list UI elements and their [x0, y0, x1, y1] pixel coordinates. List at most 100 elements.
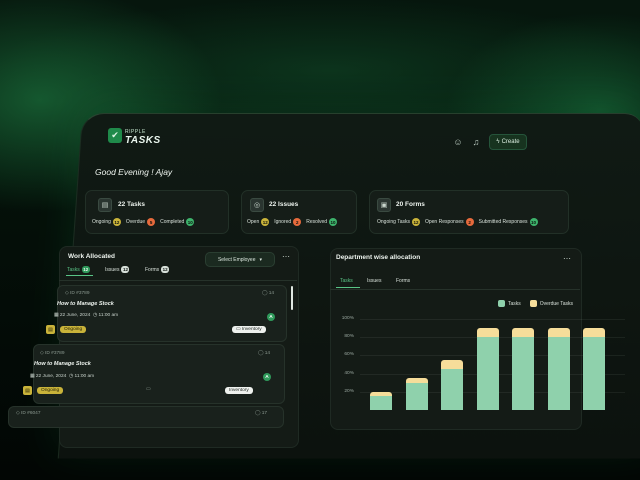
comments[interactable]: ◯ 14 [262, 291, 274, 296]
open-label: Open [247, 219, 260, 225]
submitted-responses-label: Submitted Responses [478, 219, 528, 225]
task-title: How to Manage Stock [34, 361, 91, 367]
tab-issues[interactable]: Issues 12 [105, 266, 130, 273]
bolt-icon: ϟ [496, 139, 500, 145]
bar-stack[interactable] [441, 359, 463, 410]
tasks-summary-card[interactable] [85, 190, 229, 234]
category-label: Inventory [241, 327, 262, 332]
bar-stack[interactable] [547, 328, 570, 410]
category-badge: ▭ Inventory [232, 326, 266, 333]
avatar[interactable]: A [263, 373, 271, 381]
more-options-icon[interactable]: ⋯ [563, 254, 571, 263]
tab-issues-label: Issues [105, 266, 120, 273]
department-bar-chart: 100% 80% 60% 40% 20% [330, 310, 630, 420]
comment-icon: ◯ [255, 411, 261, 416]
task-type-icon: ▤ [23, 386, 32, 395]
calendar-icon: ▦ [30, 374, 35, 379]
chart-tab-tasks[interactable]: Tasks [340, 278, 353, 284]
chevron-down-icon: ▾ [259, 256, 263, 263]
submitted-responses-count: 10 [529, 218, 538, 226]
comments[interactable]: ◯ 17 [255, 411, 267, 416]
create-button[interactable]: ϟ Create [489, 134, 527, 150]
comment-icon: ◯ [258, 351, 264, 356]
create-button-label: Create [501, 139, 520, 145]
comment-icon: ◯ [262, 291, 268, 296]
active-tab-underline [336, 287, 360, 288]
status-badge: Ongoing [60, 326, 87, 333]
legend-label-tasks: Tasks [508, 300, 521, 307]
completed-count: 10 [186, 218, 195, 226]
task-date: 22 June, 2024 [35, 374, 67, 379]
tab-forms-label: Forms [145, 266, 160, 273]
select-employee-label: Select Employee [217, 256, 256, 263]
comments-count: 17 [261, 411, 268, 416]
issues-summary-card[interactable] [241, 190, 357, 234]
clock-icon: ◷ [92, 313, 98, 318]
task-id-text: ID #3789 [45, 351, 65, 356]
tab-tasks[interactable]: Tasks 12 [67, 266, 90, 273]
forms-summary-stats: Ongoing Tasks 12 Open Responses 2 Submit… [377, 218, 543, 226]
y-tick-label: 100% [341, 316, 354, 321]
bar-stack[interactable] [476, 328, 499, 410]
clipboard-icon: ▤ [98, 198, 112, 212]
legend-swatch-overdue [529, 300, 537, 307]
comments[interactable]: ◯ 14 [258, 351, 270, 356]
clock-icon: ◷ [68, 374, 74, 379]
scrollbar[interactable] [291, 286, 293, 310]
logo-check-icon: ✔ [108, 128, 122, 143]
comments-count: 14 [264, 351, 271, 356]
legend-label-overdue: Overdue Tasks [539, 300, 574, 307]
issues-summary-stats: Open 12 Ignored 2 Resolved 10 [247, 218, 342, 226]
task-datetime: ▦ 22 June, 2024 ◷ 11:00 am [54, 313, 118, 318]
task-time: 11:00 am [98, 313, 119, 318]
bar-stack[interactable] [370, 391, 392, 410]
category-badge: Inventory [225, 387, 253, 394]
avatar[interactable]: A [267, 313, 275, 321]
tasks-summary-stats: Ongoing 12 Overdue 5 Completed 10 [92, 218, 199, 226]
bar-stack[interactable] [583, 328, 605, 410]
greeting: Good Evening ! Ajay [95, 167, 173, 177]
bar-overdue-tasks [441, 359, 463, 370]
tab-forms[interactable]: Forms 12 [145, 266, 170, 273]
support-icon[interactable]: ☺ [452, 136, 464, 148]
tab-forms-count: 12 [161, 266, 170, 273]
ongoing-tasks-count: 12 [411, 218, 420, 226]
task-id: ◇ ID #6047 [16, 411, 41, 416]
folder-icon: ▭ [236, 327, 241, 332]
chart-tab-issues[interactable]: Issues [367, 278, 381, 284]
bar-stack[interactable] [512, 328, 534, 410]
folder-icon: ▭ [146, 387, 151, 392]
ignored-label: Ignored [274, 219, 292, 225]
forms-summary-title: 20 Forms [396, 201, 425, 208]
legend-swatch-tasks [498, 300, 505, 307]
task-id: ◇ ID #3789 [40, 351, 65, 356]
issue-icon: ◎ [250, 198, 264, 212]
open-responses-count: 2 [465, 218, 474, 226]
bar-tasks [512, 337, 534, 410]
work-allocated-title: Work Allocated [68, 253, 115, 260]
resolved-label: Resolved [306, 219, 328, 225]
tab-tasks-label: Tasks [67, 266, 80, 273]
form-icon: ▣ [377, 198, 391, 212]
bar-tasks [441, 369, 463, 410]
task-id: ◇ ID #3789 [65, 291, 90, 296]
task-type-icon: ▤ [46, 325, 55, 334]
divider [59, 280, 297, 281]
ignored-count: 2 [293, 218, 302, 226]
chart-tab-forms[interactable]: Forms [396, 278, 410, 284]
bell-icon[interactable]: ♫ [470, 136, 482, 148]
bar-stack[interactable] [405, 378, 428, 410]
more-options-icon[interactable]: ⋯ [282, 252, 290, 261]
issues-summary-title: 22 Issues [269, 201, 299, 208]
bar-overdue-tasks [547, 328, 570, 338]
divider [330, 289, 580, 290]
task-card[interactable] [8, 406, 284, 428]
y-tick-label: 20% [344, 388, 354, 394]
y-tick-label: 80% [344, 334, 354, 340]
task-date: 22 June, 2024 [59, 313, 91, 318]
forms-summary-card[interactable] [369, 190, 569, 234]
task-time: 11:00 am [74, 374, 95, 379]
bar-overdue-tasks [583, 328, 605, 338]
select-employee-dropdown[interactable]: Select Employee ▾ [205, 252, 275, 267]
department-chart-title: Department wise allocation [336, 254, 421, 261]
